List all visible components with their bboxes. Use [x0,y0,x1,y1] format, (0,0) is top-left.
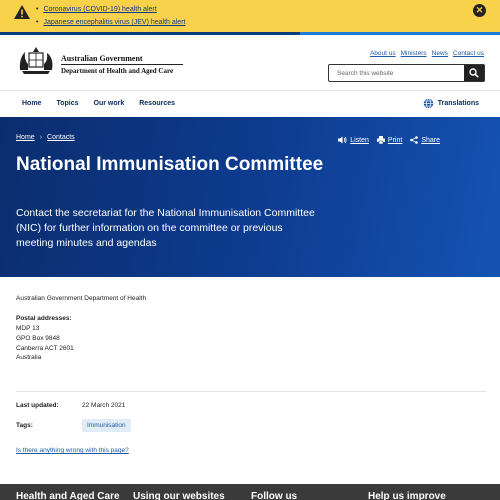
organisation-name: Australian Government Department of Heal… [16,295,147,302]
print-label: Print [387,136,403,144]
page-description: Contact the secretariat for the National… [16,207,315,249]
nav-item-resources[interactable]: Resources [139,100,175,107]
printer-icon [376,136,385,144]
nav-item-home[interactable]: Home [22,100,41,107]
breadcrumb: Home › Contacts [16,134,75,141]
listen-label: Listen [350,136,369,144]
contact-us-link[interactable]: Contact us [453,50,484,57]
utility-links: About us Ministers News Contact us [370,50,484,57]
ministers-link[interactable]: Ministers [401,50,427,57]
search-box [328,64,485,82]
speaker-icon [338,136,347,144]
site-footer: Health and Aged Care Using our websites … [0,484,500,500]
footer-heading-using-websites: Using our websites [133,491,225,500]
search-input[interactable] [329,65,465,81]
department-name: Department of Health and Aged Care [61,67,174,75]
postal-line: GPO Box 9848 [16,334,60,342]
jev-alert-link[interactable]: Japanese encephalitis virus (JEV) health… [43,19,185,26]
alert-banner: Coronavirus (COVID-19) health alert Japa… [0,0,500,32]
government-name: Australian Government [61,54,143,63]
last-updated-value: 22 March 2021 [82,402,126,409]
coat-of-arms-icon[interactable] [16,44,56,76]
share-button[interactable]: Share [410,136,440,144]
alert-item: Coronavirus (COVID-19) health alert [36,3,185,16]
translations-label: Translations [437,100,479,107]
nav-item-our-work[interactable]: Our work [94,100,125,107]
listen-button[interactable]: Listen [338,136,369,144]
feedback-link[interactable]: Is there anything wrong with this page? [16,447,129,454]
postal-label: Postal addresses: [16,315,72,322]
breadcrumb-contacts[interactable]: Contacts [47,134,75,141]
nav-item-topics[interactable]: Topics [56,100,78,107]
footer-heading-follow-us: Follow us [251,491,298,500]
postal-line: Canberra ACT 2601 [16,344,74,352]
close-icon[interactable]: ✕ [473,4,486,17]
page-hero: Home › Contacts Listen Print Share Natio… [0,117,500,277]
main-navigation: Home Topics Our work Resources Translati… [0,90,500,117]
search-icon [469,68,479,78]
print-button[interactable]: Print [376,136,403,144]
content-divider [16,391,486,392]
site-header: Australian Government Department of Heal… [0,35,500,90]
news-link[interactable]: News [432,50,448,57]
tags-label: Tags: [16,422,33,429]
page-title: National Immunisation Committee [16,154,324,175]
page-actions: Listen Print Share [338,136,440,144]
search-button[interactable] [464,65,484,81]
breadcrumb-separator: › [39,134,43,141]
translations-button[interactable]: Translations [423,98,479,109]
alert-list: Coronavirus (COVID-19) health alert Japa… [36,3,185,29]
footer-heading-help-improve: Help us improve [368,491,446,500]
globe-icon [423,98,434,109]
covid-alert-link[interactable]: Coronavirus (COVID-19) health alert [43,6,156,13]
tag-immunisation[interactable]: Immunisation [82,419,131,432]
postal-address: MDP 13 GPO Box 9848 Canberra ACT 2601 Au… [16,324,74,363]
share-icon [410,136,419,144]
last-updated-label: Last updated: [16,402,59,409]
footer-heading-health: Health and Aged Care [16,491,120,500]
logo-divider [61,64,183,65]
breadcrumb-home[interactable]: Home [16,134,35,141]
share-label: Share [421,136,440,144]
warning-icon [14,5,30,19]
postal-line: Australia [16,354,42,362]
about-us-link[interactable]: About us [370,50,396,57]
postal-line: MDP 13 [16,325,40,332]
alert-item: Japanese encephalitis virus (JEV) health… [36,16,185,29]
